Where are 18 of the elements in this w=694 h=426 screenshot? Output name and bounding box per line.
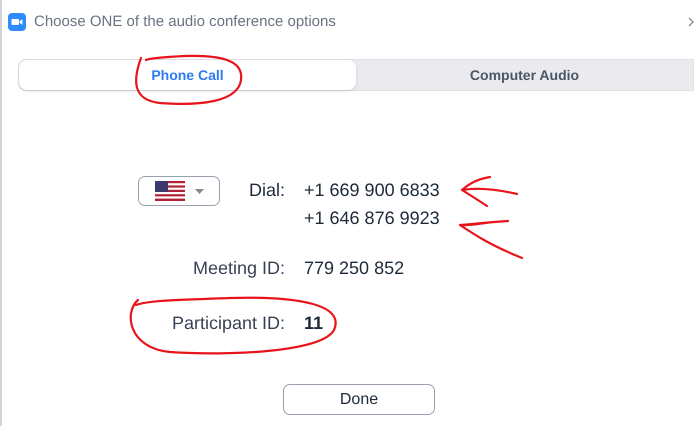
done-button[interactable]: Done [283,384,435,415]
field-label: Participant ID: [170,312,285,335]
tab[interactable]: Phone Call [19,60,356,90]
phone-number: +1 646 876 9923 [304,207,440,230]
field-value: 11 [304,312,324,335]
field-value: 779 250 852 [304,257,404,280]
chevron-icon[interactable] [688,17,694,27]
flag-icon [154,181,184,201]
dial-label: Dial: [248,179,285,202]
annotation-arrow [460,176,518,208]
field-label: Meeting ID: [192,257,285,280]
caret-icon [194,188,204,194]
tab[interactable]: Computer Audio [356,60,693,90]
country-dropdown[interactable] [138,176,220,206]
phone-number: +1 669 900 6833 [304,179,440,202]
window-title: Choose ONE of the audio conference options [34,12,336,32]
annotation-arrow [458,220,524,260]
camera-icon [8,13,26,31]
